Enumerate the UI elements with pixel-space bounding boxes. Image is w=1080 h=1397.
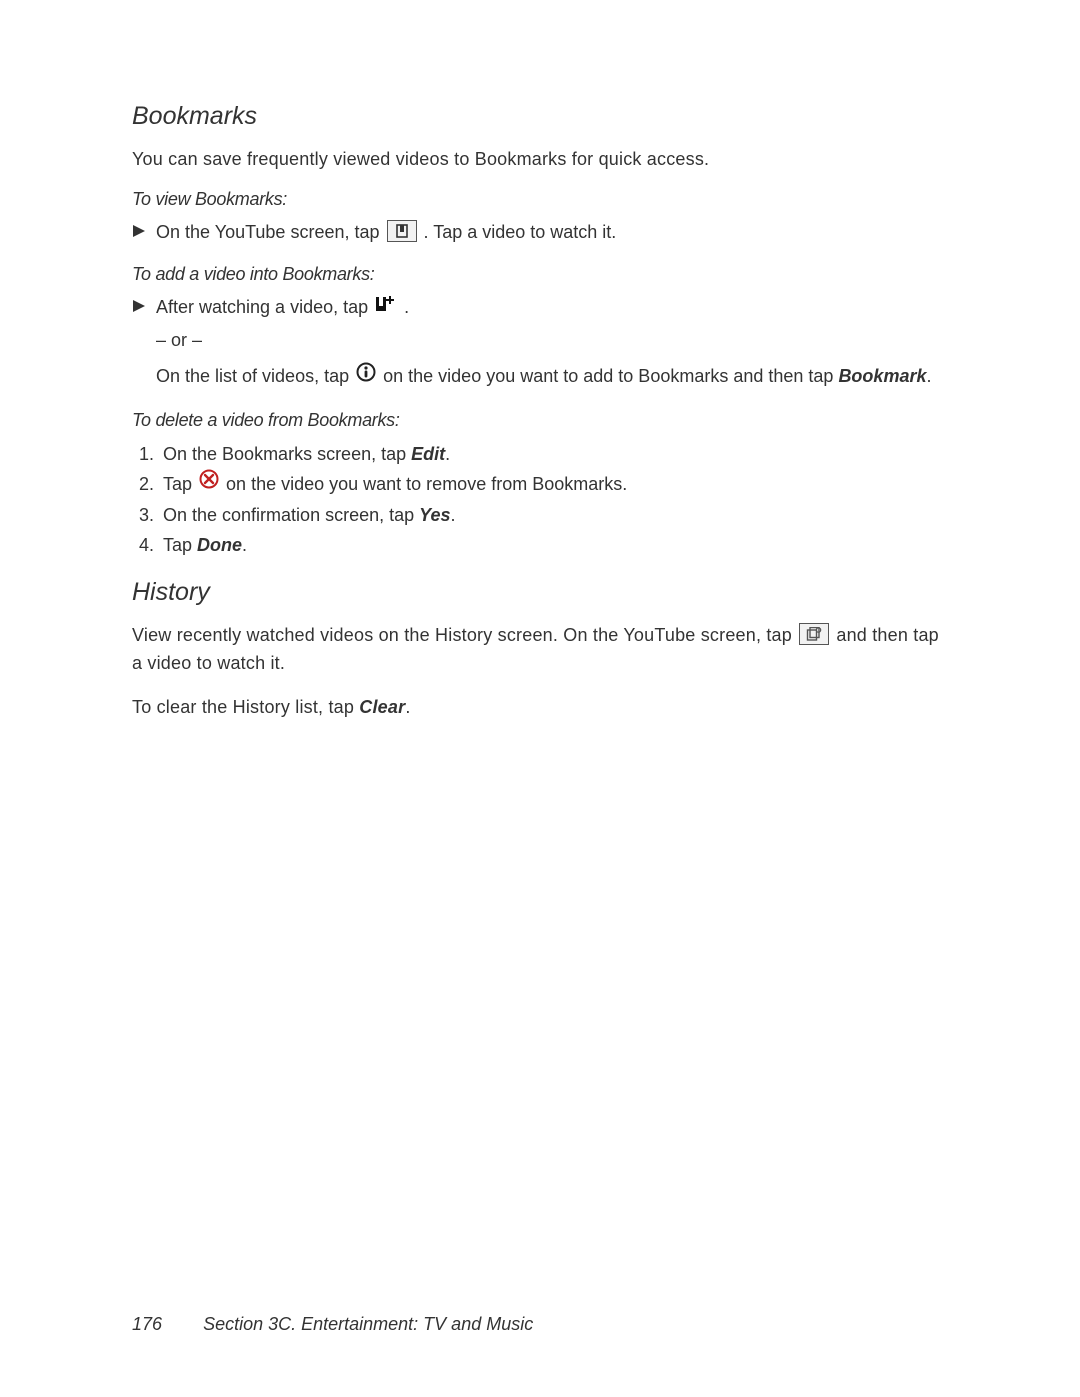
- text: View recently watched videos on the Hist…: [132, 625, 797, 645]
- text: On the Bookmarks screen, tap: [163, 444, 411, 464]
- text: .: [404, 297, 409, 317]
- text: on the video you want to remove from Boo…: [226, 474, 627, 494]
- bullet-view-bookmarks: On the YouTube screen, tap . Tap a video…: [132, 218, 948, 246]
- bullet-add-text: After watching a video, tap .: [156, 293, 948, 322]
- add-bookmark-alt: On the list of videos, tap on the video …: [156, 362, 948, 391]
- history-tab-icon: [799, 623, 829, 645]
- subhead-view-bookmarks: To view Bookmarks:: [132, 189, 948, 210]
- heading-history: History: [132, 578, 948, 607]
- text: .: [451, 505, 456, 525]
- text: .: [926, 366, 931, 386]
- ui-clear: Clear: [359, 697, 405, 717]
- text: on the video you want to add to Bookmark…: [383, 366, 838, 386]
- text: .: [405, 697, 410, 717]
- ui-yes: Yes: [419, 505, 450, 525]
- text: On the YouTube screen, tap: [156, 222, 385, 242]
- ui-bookmark: Bookmark: [838, 366, 926, 386]
- text: To clear the History list, tap: [132, 697, 359, 717]
- text: .: [445, 444, 450, 464]
- text: . Tap a video to watch it.: [424, 222, 617, 242]
- step-2: Tap on the video you want to remove from…: [159, 469, 948, 500]
- triangle-bullet-icon: [132, 224, 150, 238]
- step-4: Tap Done.: [159, 530, 948, 560]
- subhead-add-bookmark: To add a video into Bookmarks:: [132, 264, 948, 285]
- text: After watching a video, tap: [156, 297, 373, 317]
- subhead-delete-bookmark: To delete a video from Bookmarks:: [132, 410, 948, 431]
- history-clear: To clear the History list, tap Clear.: [132, 693, 948, 721]
- add-bookmark-icon: [375, 292, 397, 320]
- bookmarks-intro: You can save frequently viewed videos to…: [132, 145, 948, 173]
- or-separator: – or –: [156, 326, 948, 354]
- text: Tap: [163, 535, 197, 555]
- text: Tap: [163, 474, 197, 494]
- bookmarks-tab-icon: [387, 220, 417, 242]
- delete-steps: On the Bookmarks screen, tap Edit. Tap o…: [132, 439, 948, 560]
- triangle-bullet-icon: [132, 299, 150, 313]
- section-label: Section 3C. Entertainment: TV and Music: [203, 1314, 533, 1334]
- text: On the confirmation screen, tap: [163, 505, 419, 525]
- delete-circle-icon: [199, 468, 219, 498]
- page: Bookmarks You can save frequently viewed…: [0, 0, 1080, 1397]
- bullet-view-text: On the YouTube screen, tap . Tap a video…: [156, 218, 948, 246]
- ui-edit: Edit: [411, 444, 445, 464]
- heading-bookmarks: Bookmarks: [132, 102, 948, 131]
- bullet-add-bookmark: After watching a video, tap .: [132, 293, 948, 322]
- history-intro: View recently watched videos on the Hist…: [132, 621, 948, 677]
- ui-done: Done: [197, 535, 242, 555]
- step-3: On the confirmation screen, tap Yes.: [159, 500, 948, 530]
- step-1: On the Bookmarks screen, tap Edit.: [159, 439, 948, 469]
- page-number: 176: [132, 1314, 162, 1334]
- text: On the list of videos, tap: [156, 366, 354, 386]
- text: .: [242, 535, 247, 555]
- info-circle-icon: [356, 362, 376, 390]
- page-footer: 176 Section 3C. Entertainment: TV and Mu…: [132, 1314, 533, 1335]
